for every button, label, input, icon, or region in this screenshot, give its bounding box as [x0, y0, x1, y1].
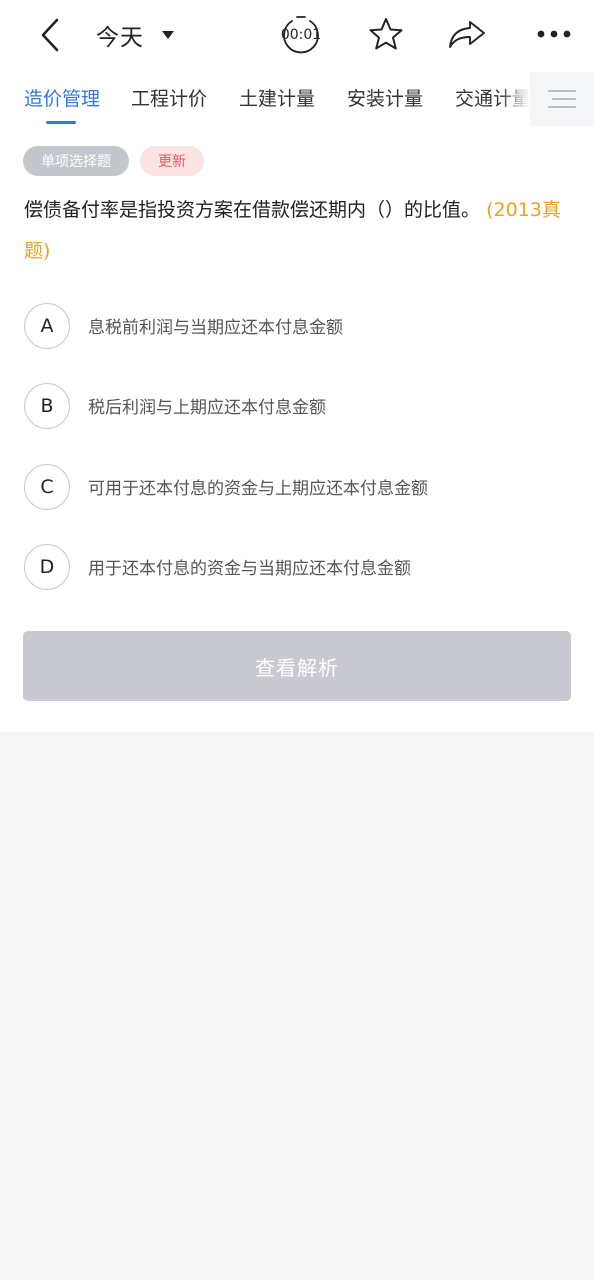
- option-d-key: D: [24, 544, 70, 590]
- tab-fade: [500, 72, 530, 126]
- more-dots-icon: [537, 30, 571, 38]
- option-c-key: C: [24, 464, 70, 510]
- star-icon: [369, 18, 403, 50]
- date-dropdown[interactable]: 今天: [96, 16, 174, 54]
- tab-civil-measurement[interactable]: 土建计量: [239, 84, 315, 111]
- tab-cost-management[interactable]: 造价管理: [24, 84, 100, 111]
- more-button[interactable]: [534, 14, 574, 54]
- share-arrow-icon: [449, 21, 485, 48]
- view-analysis-button[interactable]: 查看解析: [23, 631, 571, 701]
- menu-lines-icon: [548, 90, 576, 108]
- question-panel: 今天 00:01 造价管理 工程计价 土建计量 安装计量 交通计量 单项选择题 …: [0, 0, 594, 732]
- question-type-badge: 单项选择题: [23, 146, 129, 176]
- option-d[interactable]: D 用于还本付息的资金与当期应还本付息金额: [24, 544, 574, 592]
- option-c-text: 可用于还本付息的资金与上期应还本付息金额: [88, 479, 428, 499]
- share-button[interactable]: [446, 14, 488, 54]
- favorite-button[interactable]: [366, 14, 406, 54]
- timer[interactable]: 00:01: [280, 15, 322, 55]
- option-b-key: B: [24, 383, 70, 429]
- caret-down-icon: [162, 31, 174, 39]
- tab-menu-button[interactable]: [530, 72, 594, 126]
- date-label: 今天: [96, 25, 144, 51]
- top-bar: 今天 00:01: [0, 0, 594, 70]
- back-button[interactable]: [30, 14, 70, 56]
- option-a-key: A: [24, 303, 70, 349]
- active-tab-indicator: [46, 121, 76, 124]
- question-stem: 偿债备付率是指投资方案在借款偿还期内（）的比值。: [24, 199, 481, 221]
- subject-tabs: 造价管理 工程计价 土建计量 安装计量 交通计量: [0, 72, 594, 128]
- tab-install-measurement[interactable]: 安装计量: [347, 84, 423, 111]
- tab-engineering-pricing[interactable]: 工程计价: [131, 84, 207, 111]
- chevron-left-icon: [41, 18, 59, 52]
- timer-text: 00:01: [280, 27, 322, 43]
- option-b[interactable]: B 税后利润与上期应还本付息金额: [24, 383, 574, 431]
- update-badge: 更新: [140, 146, 204, 176]
- option-a[interactable]: A 息税前利润与当期应还本付息金额: [24, 303, 574, 351]
- option-d-text: 用于还本付息的资金与当期应还本付息金额: [88, 559, 411, 579]
- option-c[interactable]: C 可用于还本付息的资金与上期应还本付息金额: [24, 464, 574, 512]
- question-text: 偿债备付率是指投资方案在借款偿还期内（）的比值。 (2013真题): [24, 190, 574, 272]
- option-a-text: 息税前利润与当期应还本付息金额: [88, 318, 343, 338]
- option-b-text: 税后利润与上期应还本付息金额: [88, 398, 326, 418]
